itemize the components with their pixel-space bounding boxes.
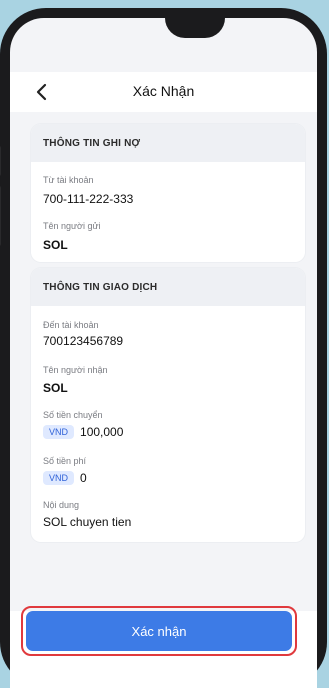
receiver-field: Tên người nhận SOL — [43, 365, 107, 395]
phone-side-button — [0, 146, 1, 176]
sender-label: Tên người gửi — [43, 221, 101, 231]
receiver-label: Tên người nhận — [43, 365, 108, 375]
debit-info-card: THÔNG TIN GHI NỢ Từ tài khoản 700-111-22… — [31, 124, 305, 262]
to-account-label: Đến tài khoản — [43, 320, 99, 330]
content-label: Nội dung — [43, 500, 80, 510]
camera-notch — [165, 18, 225, 38]
fee-field: Số tiền phí VND 0 — [43, 456, 87, 485]
from-account-label: Từ tài khoản — [43, 175, 94, 185]
phone-frame: Xác Nhận THÔNG TIN GHI NỢ Từ tài khoản 7… — [0, 8, 327, 688]
transfer-amount-value: 100,000 — [80, 425, 124, 439]
debit-info-heading: THÔNG TIN GHI NỢ — [31, 124, 305, 162]
from-account-field: Từ tài khoản 700-111-222-333 — [43, 175, 133, 206]
fee-currency-badge: VND — [43, 471, 75, 485]
confirm-button[interactable]: Xác nhận — [26, 611, 292, 651]
transfer-amount-label: Số tiền chuyển — [43, 410, 103, 420]
fee-row: VND 0 — [43, 471, 87, 485]
phone-side-button — [0, 186, 1, 246]
receiver-value: SOL — [43, 381, 68, 395]
sender-value: SOL — [43, 238, 68, 252]
currency-badge: VND — [43, 425, 75, 439]
content-area: THÔNG TIN GHI NỢ Từ tài khoản 700-111-22… — [10, 112, 317, 688]
fee-label: Số tiền phí — [43, 456, 87, 466]
to-account-value: 700123456789 — [43, 334, 124, 348]
transfer-amount-field: Số tiền chuyển VND 100,000 — [43, 410, 123, 439]
transfer-amount-row: VND 100,000 — [43, 425, 123, 439]
sender-field: Tên người gửi SOL — [43, 221, 100, 252]
transaction-info-heading: THÔNG TIN GIAO DỊCH — [31, 268, 305, 306]
to-account-field: Đến tài khoản 700123456789 — [43, 320, 123, 348]
app-header: Xác Nhận — [10, 72, 317, 112]
confirm-button-highlight: Xác nhận — [21, 606, 297, 656]
fee-value: 0 — [80, 471, 87, 485]
from-account-value: 700-111-222-333 — [43, 192, 134, 206]
content-field: Nội dung SOL chuyen tien — [43, 500, 131, 529]
content-value: SOL chuyen tien — [43, 515, 132, 529]
transaction-info-card: THÔNG TIN GIAO DỊCH Đến tài khoản 700123… — [31, 268, 305, 542]
phone-screen: Xác Nhận THÔNG TIN GHI NỢ Từ tài khoản 7… — [10, 18, 317, 688]
page-title: Xác Nhận — [132, 83, 195, 99]
